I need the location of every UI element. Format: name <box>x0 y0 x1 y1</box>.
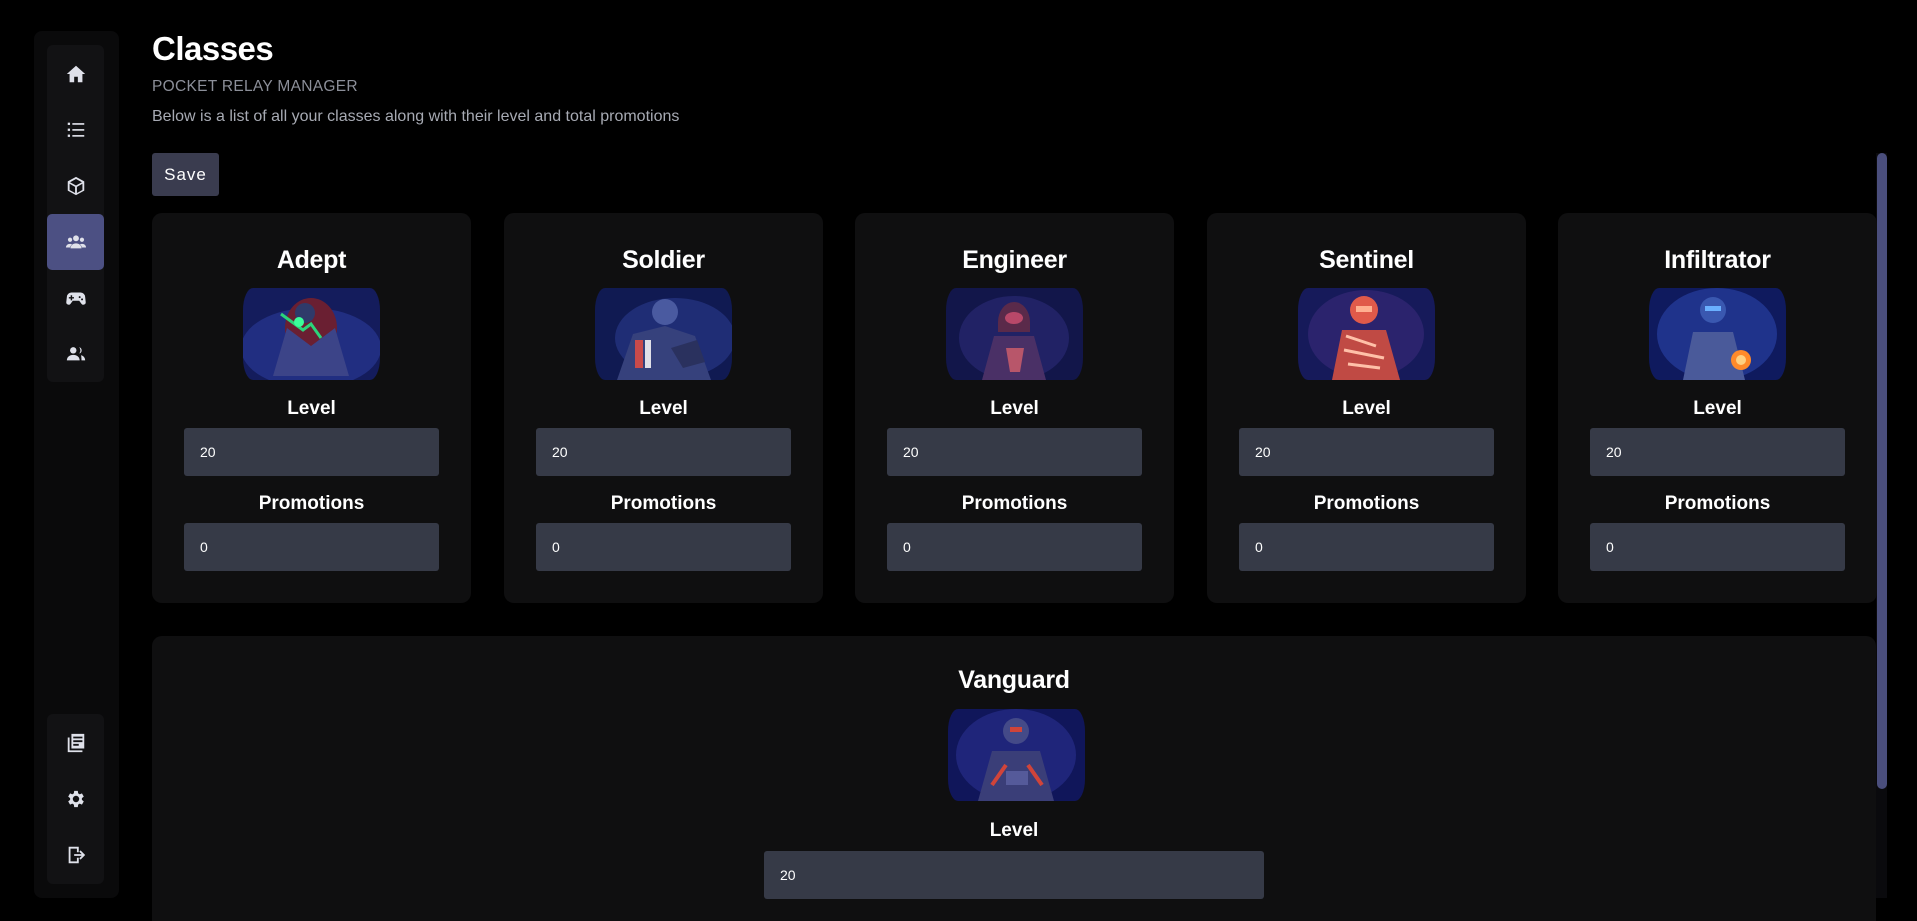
save-button[interactable]: Save <box>152 153 219 196</box>
nav-list[interactable] <box>47 102 104 158</box>
level-label: Level <box>990 398 1039 419</box>
promotions-label: Promotions <box>1313 493 1420 514</box>
level-input[interactable] <box>887 428 1142 476</box>
list-icon <box>67 122 84 137</box>
nav-games[interactable] <box>47 270 104 326</box>
page-title: Classes <box>152 30 274 67</box>
level-label: Level <box>287 398 336 419</box>
page-description: Below is a list of all your classes alon… <box>152 108 680 125</box>
nav-logout[interactable] <box>47 827 104 883</box>
nav-logs[interactable] <box>47 715 104 771</box>
level-input[interactable] <box>184 428 439 476</box>
level-input[interactable] <box>1239 428 1494 476</box>
class-name: Vanguard <box>958 666 1070 694</box>
promotions-input[interactable] <box>536 523 791 571</box>
promotions-label: Promotions <box>1664 493 1771 514</box>
level-input[interactable] <box>536 428 791 476</box>
scrollbar-thumb[interactable] <box>1877 153 1887 789</box>
nav-settings[interactable] <box>47 771 104 827</box>
level-label: Level <box>1342 398 1391 419</box>
class-portrait-adept <box>243 288 380 380</box>
nav-inventory[interactable] <box>47 158 104 214</box>
nav-players[interactable] <box>47 326 104 382</box>
class-card-soldier: Soldier Level Promotions <box>504 213 823 603</box>
gear-icon <box>67 790 84 808</box>
class-name: Adept <box>276 246 347 274</box>
sidebar-nav-main <box>47 45 104 382</box>
class-card-sentinel: Sentinel Level Promotions <box>1207 213 1526 603</box>
level-input[interactable] <box>1590 428 1845 476</box>
class-name: Engineer <box>962 246 1067 274</box>
sidebar-nav-bottom <box>47 714 104 884</box>
cube-icon <box>67 176 84 196</box>
class-card-vanguard: Vanguard Level <box>152 636 1876 921</box>
promotions-label: Promotions <box>258 493 365 514</box>
nav-classes[interactable] <box>47 214 104 270</box>
gamepad-icon <box>65 292 86 305</box>
promotions-input[interactable] <box>1239 523 1494 571</box>
class-name: Soldier <box>622 246 705 274</box>
class-name: Infiltrator <box>1664 246 1771 274</box>
promotions-input[interactable] <box>184 523 439 571</box>
level-input[interactable] <box>764 851 1264 899</box>
promotions-label: Promotions <box>610 493 717 514</box>
level-label: Level <box>1693 398 1742 419</box>
class-portrait-engineer <box>946 288 1083 380</box>
class-portrait-infiltrator <box>1649 288 1786 380</box>
class-portrait-vanguard <box>948 709 1085 801</box>
level-label: Level <box>639 398 688 419</box>
users-icon <box>65 235 86 249</box>
promotions-label: Promotions <box>961 493 1068 514</box>
page-subtitle: POCKET RELAY MANAGER <box>152 78 358 95</box>
logs-icon <box>67 733 84 753</box>
players-icon <box>66 347 85 361</box>
class-card-adept: Adept Level Promotions <box>152 213 471 603</box>
promotions-input[interactable] <box>887 523 1142 571</box>
class-portrait-soldier <box>595 288 732 380</box>
level-label: Level <box>989 820 1039 841</box>
logout-icon <box>68 846 85 864</box>
class-card-infiltrator: Infiltrator Level Promotions <box>1558 213 1877 603</box>
nav-home[interactable] <box>47 46 104 102</box>
class-portrait-sentinel <box>1298 288 1435 380</box>
class-card-engineer: Engineer Level Promotions <box>855 213 1174 603</box>
home-icon <box>66 65 85 83</box>
promotions-input[interactable] <box>1590 523 1845 571</box>
class-name: Sentinel <box>1319 246 1414 274</box>
